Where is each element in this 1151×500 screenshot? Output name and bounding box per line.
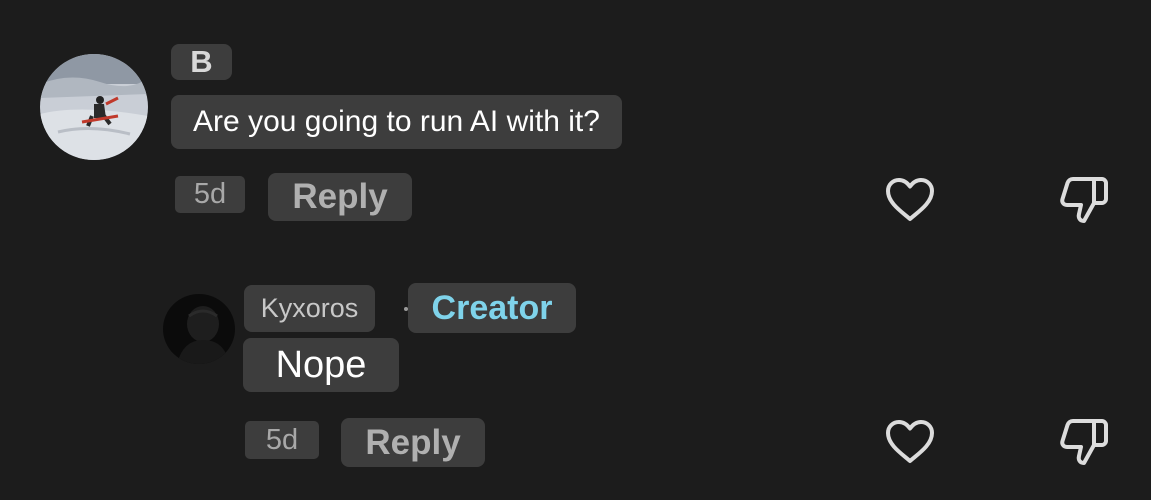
comment-author[interactable]: Kyxoros xyxy=(244,285,375,332)
avatar-snow-icon xyxy=(40,54,148,160)
comment-body: Are you going to run AI with it? xyxy=(193,105,600,138)
heart-icon xyxy=(886,178,934,221)
comment-age: 5d xyxy=(175,176,245,213)
dislike-button[interactable] xyxy=(1056,172,1112,226)
comment-author[interactable]: B xyxy=(171,44,232,80)
like-button[interactable] xyxy=(882,416,938,468)
avatar-dark-icon xyxy=(163,294,235,364)
avatar[interactable] xyxy=(163,294,235,364)
author-name: Kyxoros xyxy=(260,293,359,323)
thumbs-down-icon xyxy=(1060,177,1108,223)
author-name: B xyxy=(190,44,213,79)
reply-button[interactable]: Reply xyxy=(268,173,412,221)
comment-text: Are you going to run AI with it? xyxy=(171,95,622,149)
like-button[interactable] xyxy=(882,174,938,226)
dislike-button[interactable] xyxy=(1056,414,1112,468)
age-label: 5d xyxy=(193,178,227,210)
thumbs-down-icon xyxy=(1060,419,1108,465)
age-label: 5d xyxy=(265,423,299,456)
reply-label: Reply xyxy=(292,177,388,216)
comment-body: Nope xyxy=(275,343,367,386)
comment-text: Nope xyxy=(243,338,399,392)
badge-label: Creator xyxy=(431,288,553,327)
heart-icon xyxy=(886,420,934,463)
reply-button[interactable]: Reply xyxy=(341,418,485,467)
comment-age: 5d xyxy=(245,421,319,459)
creator-badge: Creator xyxy=(408,283,576,333)
avatar[interactable] xyxy=(40,54,148,160)
reply-label: Reply xyxy=(365,422,461,462)
